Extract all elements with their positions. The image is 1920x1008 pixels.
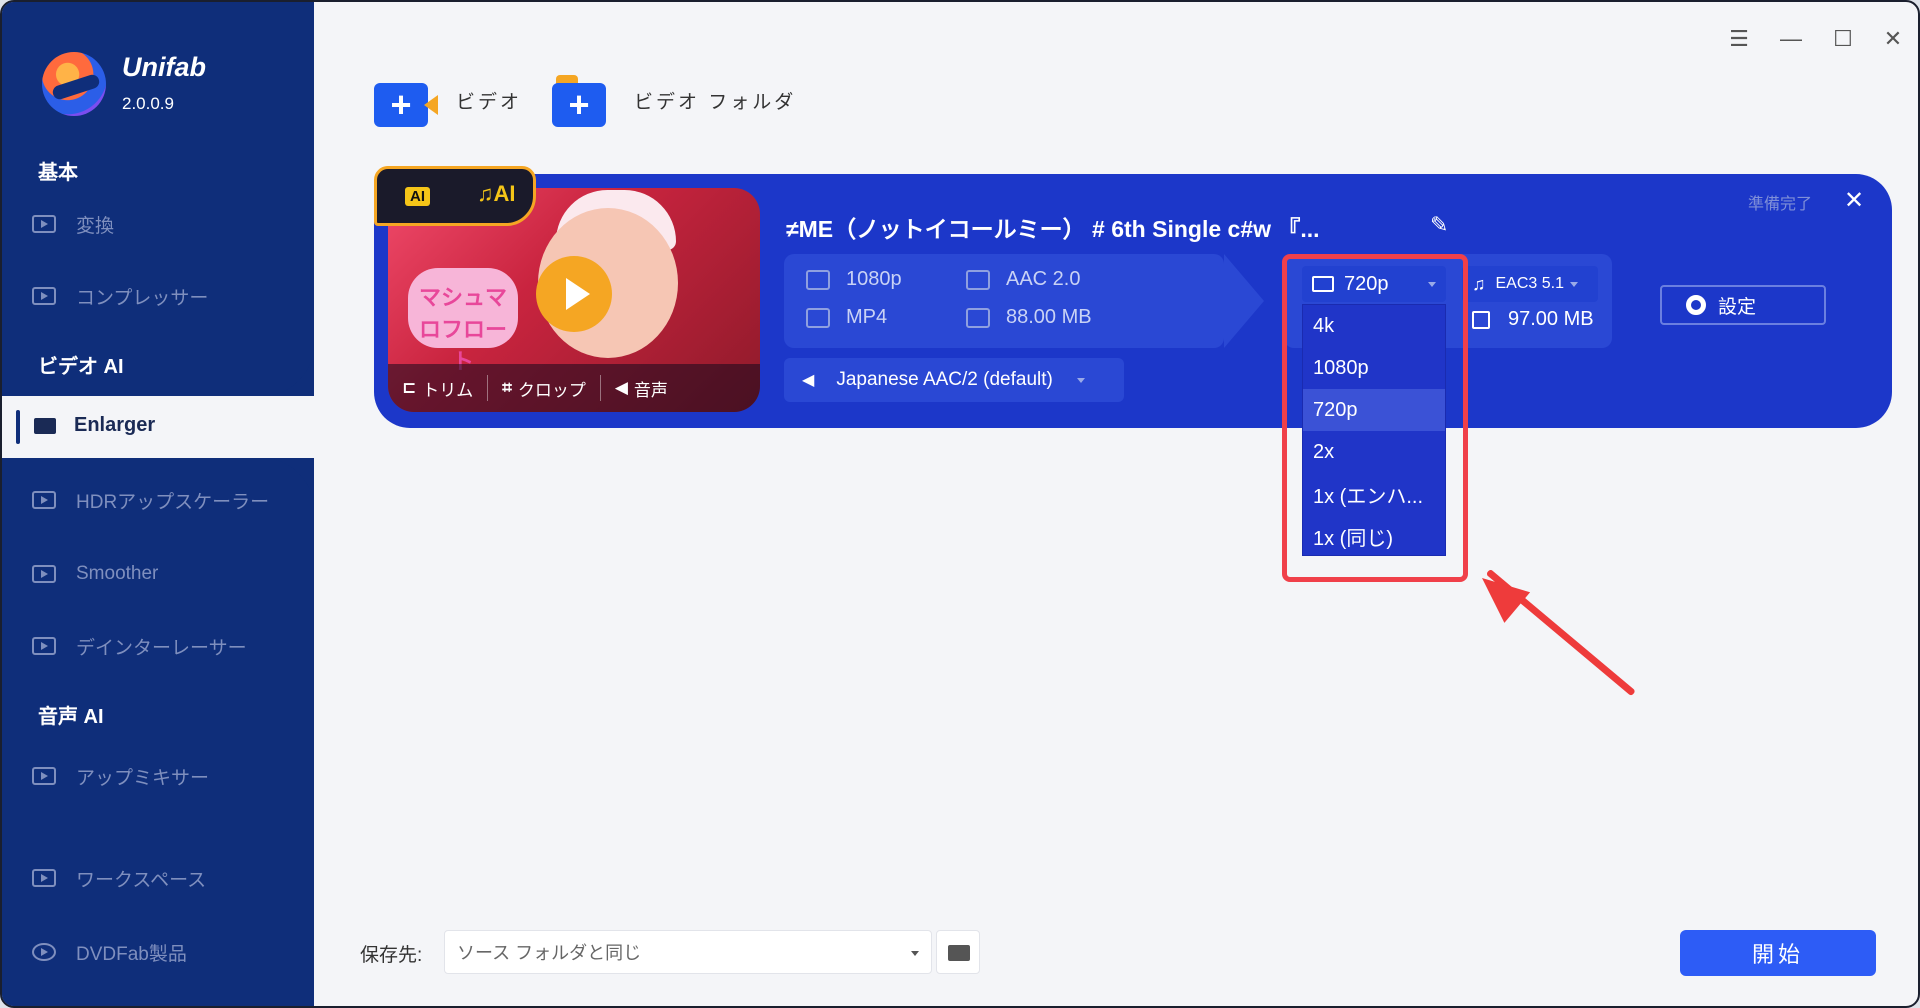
app-version: 2.0.0.9 — [122, 94, 174, 113]
music-note-icon: ♫ — [1472, 273, 1486, 294]
chevron-down-icon — [911, 951, 919, 956]
sidebar-item-workspace[interactable]: ワークスペース — [32, 858, 206, 898]
task-title: ≠ME（ノットイコールミー） # 6th Single c#w 『... — [786, 216, 1320, 242]
gear-icon — [1686, 295, 1706, 315]
source-size: 88.00 MB — [966, 306, 1092, 329]
section-video-ai: ビデオ AI — [38, 356, 124, 378]
source-resolution: 1080p — [806, 268, 902, 291]
ai-badge: AI ♫AI — [374, 166, 536, 226]
chevron-down-icon — [1569, 281, 1578, 287]
source-format: MP4 — [806, 306, 887, 329]
sidebar-item-convert[interactable]: 変換 — [32, 204, 114, 244]
remove-task-icon[interactable]: ✕ — [1844, 186, 1864, 215]
start-button[interactable]: 開始 — [1680, 930, 1876, 976]
deinterlacer-icon — [32, 637, 56, 655]
section-audio-ai: 音声 AI — [38, 706, 104, 728]
section-basic: 基本 — [38, 162, 78, 184]
sidebar-item-hdr-upscaler[interactable]: HDRアップスケーラー — [32, 480, 269, 520]
add-video-icon: + — [374, 73, 438, 127]
settings-button[interactable]: 設定 — [1660, 285, 1826, 325]
enlarger-icon — [34, 418, 56, 434]
add-folder-button[interactable]: + ビデオ フォルダ — [552, 70, 796, 130]
audio-track-select[interactable]: ◀ Japanese AAC/2 (default) — [784, 358, 1124, 402]
sidebar-item-enlarger[interactable]: Enlarger — [2, 404, 314, 450]
file-icon — [966, 307, 990, 328]
add-folder-icon: + — [552, 73, 616, 127]
convert-icon — [32, 215, 56, 233]
target-audio-select[interactable]: ♫ EAC3 5.1 — [1462, 266, 1598, 302]
status-text: 準備完了 — [1748, 196, 1813, 213]
crop-icon: ⌗ — [502, 378, 512, 397]
folder-icon — [948, 945, 970, 961]
chevron-right-icon — [1224, 254, 1264, 348]
speaker-icon: ◀ — [802, 372, 815, 389]
smoother-icon — [32, 565, 56, 583]
maximize-icon[interactable]: ☐ — [1828, 24, 1858, 54]
thumbnail-toolbar: ⊏ トリム ⌗ クロップ ◀ 音声 — [388, 364, 760, 412]
sidebar: Unifab 2.0.0.9 基本 変換 コンプレッサー ビデオ AI Enla… — [2, 2, 314, 1006]
ai-audio-badge: ♫AI — [477, 181, 516, 206]
thumbnail-text: マシュマロフロート — [408, 268, 518, 374]
ai-video-badge: AI — [405, 187, 430, 206]
annotation-arrow-head — [1469, 562, 1531, 623]
app-window: Unifab 2.0.0.9 基本 変換 コンプレッサー ビデオ AI Enla… — [0, 0, 1920, 1008]
save-location-label: 保存先: — [360, 945, 423, 966]
video-icon — [806, 307, 830, 328]
close-window-icon[interactable]: ✕ — [1878, 24, 1908, 54]
workspace-icon — [32, 869, 56, 887]
crop-button[interactable]: ⌗ クロップ — [488, 375, 601, 401]
dvdfab-icon — [32, 943, 56, 961]
play-icon[interactable] — [536, 256, 612, 332]
music-note-icon — [966, 269, 990, 290]
compressor-icon — [32, 287, 56, 305]
audio-button[interactable]: ◀ 音声 — [601, 375, 682, 401]
source-audio: AAC 2.0 — [966, 268, 1080, 291]
target-size: 97.00 MB — [1472, 308, 1594, 331]
hdr-icon — [32, 491, 56, 509]
sidebar-item-dvdfab[interactable]: DVDFab製品 — [32, 932, 187, 972]
trim-icon: ⊏ — [402, 378, 417, 397]
monitor-icon — [806, 269, 830, 290]
app-brand: Unifab — [122, 52, 206, 82]
trim-button[interactable]: ⊏ トリム — [388, 375, 489, 401]
annotation-highlight-box — [1282, 254, 1468, 582]
save-location-select[interactable]: ソース フォルダと同じ — [444, 930, 932, 974]
browse-folder-button[interactable] — [936, 930, 980, 974]
minimize-icon[interactable]: — — [1776, 24, 1806, 54]
add-video-button[interactable]: + ビデオ — [374, 70, 522, 130]
sidebar-item-smoother[interactable]: Smoother — [32, 554, 158, 594]
sidebar-item-deinterlacer[interactable]: デインターレーサー — [32, 626, 247, 666]
edit-icon[interactable]: ✎ — [1430, 212, 1454, 237]
menu-icon[interactable]: ☰ — [1724, 24, 1754, 54]
upmixer-icon — [32, 767, 56, 785]
file-icon — [1472, 310, 1490, 329]
chevron-down-icon — [1076, 377, 1085, 383]
sidebar-item-upmixer[interactable]: アップミキサー — [32, 756, 209, 796]
sidebar-item-compressor[interactable]: コンプレッサー — [32, 276, 208, 316]
speaker-icon: ◀ — [614, 378, 628, 397]
